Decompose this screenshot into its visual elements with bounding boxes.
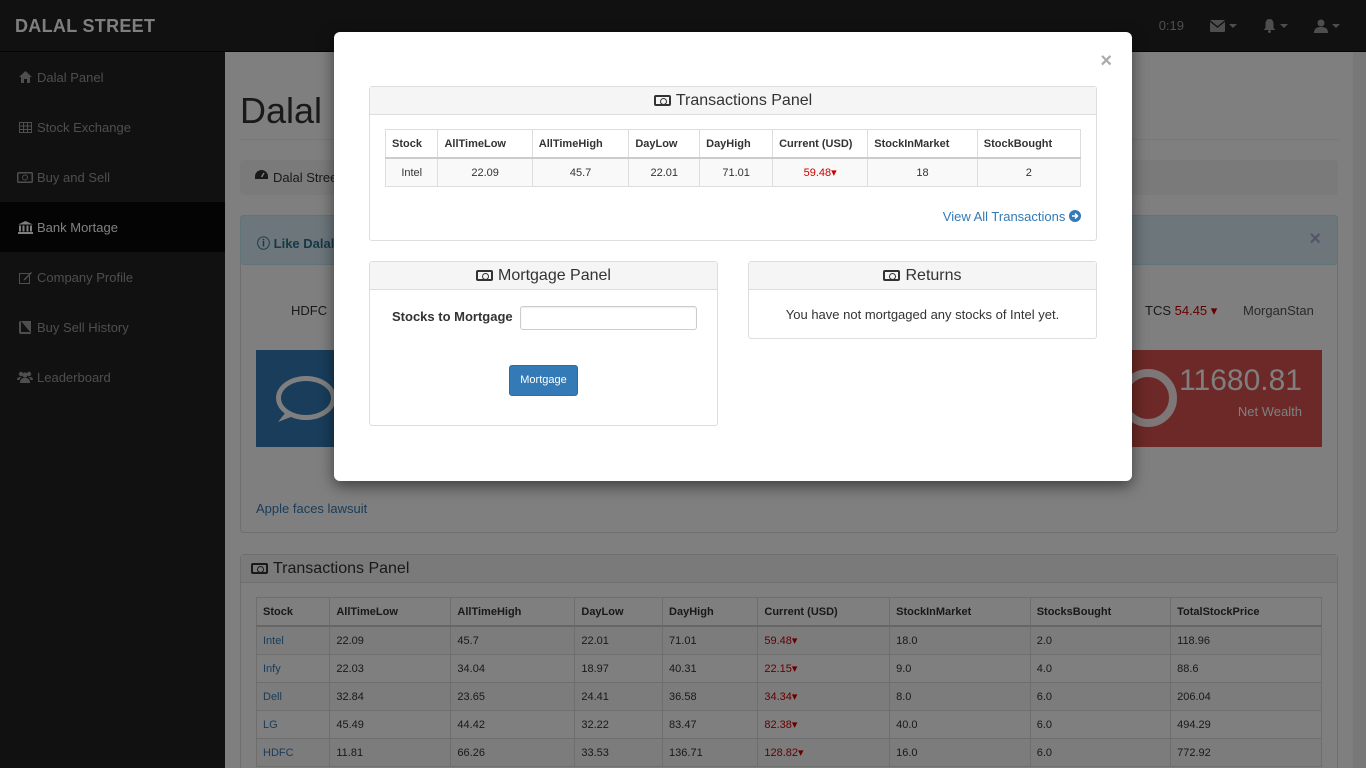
panel-title: Mortgage Panel bbox=[498, 266, 611, 284]
column-header: Current (USD) bbox=[772, 129, 869, 159]
panel-title: Transactions Panel bbox=[675, 91, 813, 109]
column-header: DayLow bbox=[628, 129, 701, 159]
panel-heading: Returns bbox=[749, 262, 1096, 290]
panel-heading: Mortgage Panel bbox=[370, 262, 717, 290]
mortgage-panel: Mortgage Panel Stocks to Mortgage Mortga… bbox=[369, 261, 718, 426]
view-all-transactions-link[interactable]: View All Transactions bbox=[943, 209, 1081, 224]
panel-title: Returns bbox=[905, 266, 962, 284]
view-all-label: View All Transactions bbox=[942, 209, 1066, 224]
table-cell: 2 bbox=[976, 157, 1082, 187]
table-row: Intel 22.09 45.7 22.01 71.01 59.48▾ 18 2 bbox=[384, 157, 1082, 187]
table-header-row: StockAllTimeLowAllTimeHighDayLowDayHighC… bbox=[384, 129, 1082, 159]
panel-heading: Transactions Panel bbox=[370, 87, 1096, 115]
stocks-to-mortgage-input[interactable] bbox=[520, 306, 698, 330]
column-header: Stock bbox=[384, 129, 439, 159]
stocks-to-mortgage-label: Stocks to Mortgage bbox=[392, 309, 513, 325]
column-header: AllTimeHigh bbox=[531, 129, 630, 159]
table-cell: 71.01 bbox=[699, 157, 774, 187]
column-header: AllTimeLow bbox=[437, 129, 533, 159]
table-cell: 22.09 bbox=[437, 157, 533, 187]
current-price-cell: 59.48▾ bbox=[772, 157, 869, 187]
table-cell: 22.01 bbox=[628, 157, 701, 187]
column-header: DayHigh bbox=[699, 129, 774, 159]
table-cell: 45.7 bbox=[531, 157, 630, 187]
table-cell: Intel bbox=[384, 157, 439, 187]
column-header: StockBought bbox=[976, 129, 1082, 159]
arrow-circle-right-icon bbox=[1069, 210, 1081, 222]
table-cell: 18 bbox=[867, 157, 978, 187]
returns-panel: Returns You have not mortgaged any stock… bbox=[748, 261, 1097, 339]
returns-message: You have not mortgaged any stocks of Int… bbox=[785, 307, 1060, 322]
money-icon bbox=[883, 270, 901, 281]
column-header: StockInMarket bbox=[867, 129, 978, 159]
money-icon bbox=[653, 95, 671, 106]
mortgage-button[interactable]: Mortgage bbox=[509, 365, 578, 396]
modal-transactions-table: Stock AllTimeLow AllTimeHigh DayLow DayHigh C… bbox=[384, 129, 1082, 187]
mortgage-modal: × Transactions Panel Stock AllTimeLow AllT… bbox=[334, 32, 1132, 481]
money-icon bbox=[476, 270, 494, 281]
modal-transactions-panel: Transactions Panel Stock AllTimeLow AllTim… bbox=[369, 86, 1097, 241]
modal-close-button[interactable]: × bbox=[1100, 50, 1112, 73]
